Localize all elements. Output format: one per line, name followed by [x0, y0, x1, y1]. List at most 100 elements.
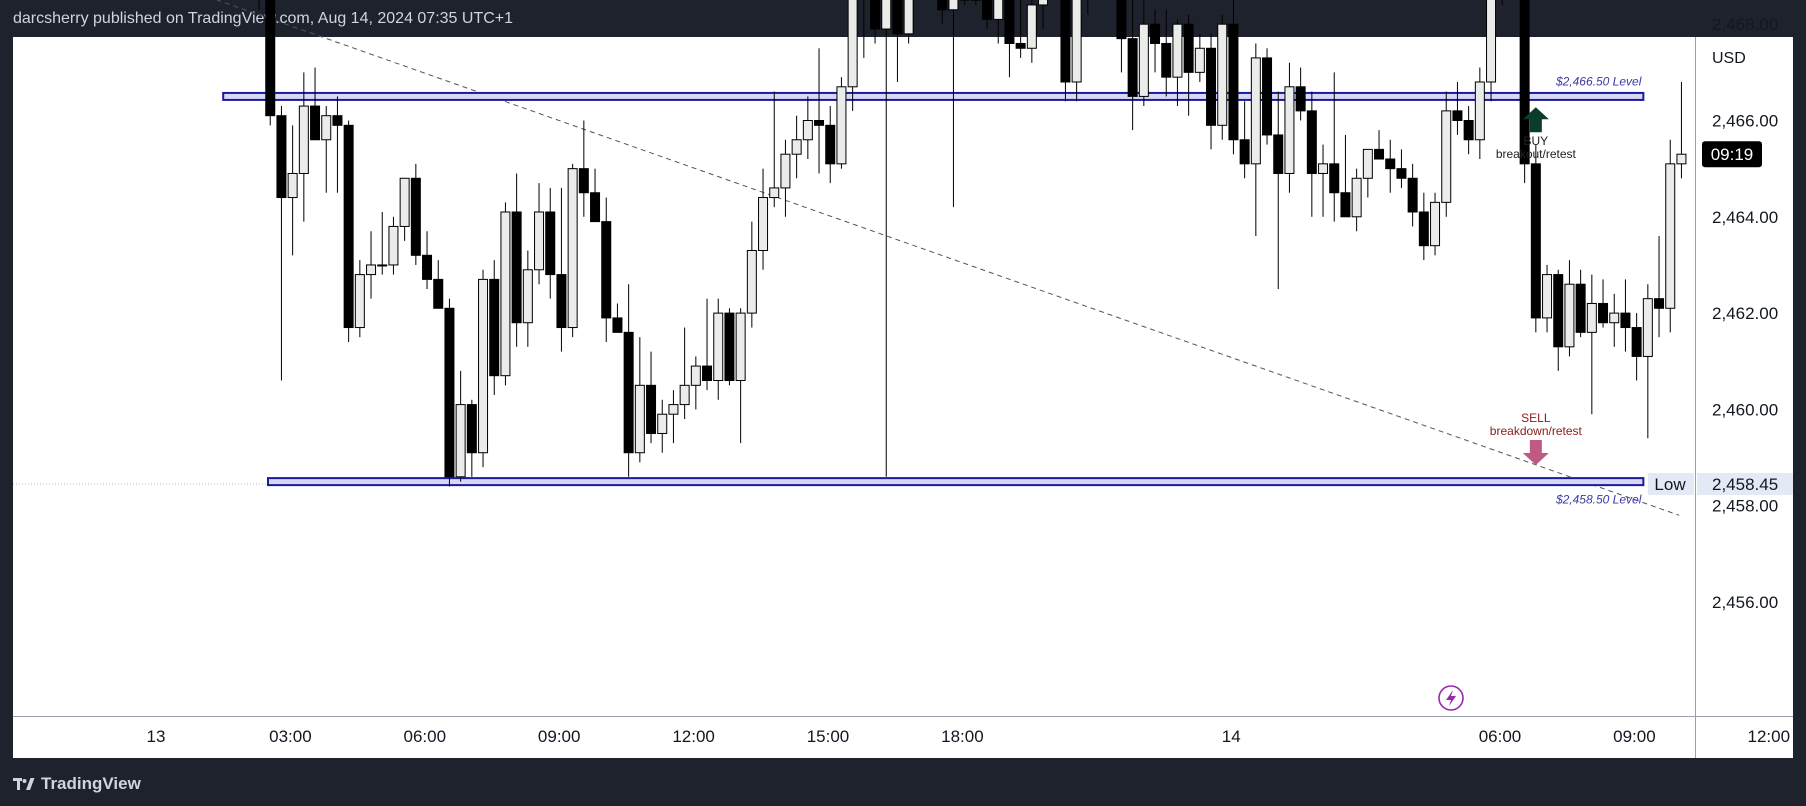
candle[interactable]: [310, 105, 321, 141]
candle[interactable]: [265, 0, 276, 117]
candle[interactable]: [702, 365, 713, 382]
candle[interactable]: [1351, 177, 1362, 218]
candle[interactable]: [1329, 163, 1340, 194]
candle[interactable]: [534, 211, 545, 271]
candle[interactable]: [601, 221, 612, 319]
candle[interactable]: [500, 211, 511, 377]
candle[interactable]: [511, 211, 522, 324]
candle[interactable]: [1486, 0, 1497, 83]
candle[interactable]: [690, 365, 701, 386]
candle[interactable]: [1015, 42, 1026, 49]
candle[interactable]: [668, 404, 679, 415]
candle[interactable]: [881, 0, 892, 30]
candle[interactable]: [646, 384, 657, 434]
candle[interactable]: [1418, 211, 1429, 247]
candle[interactable]: [1620, 312, 1631, 329]
candle[interactable]: [478, 278, 489, 454]
candle[interactable]: [287, 172, 298, 199]
candle[interactable]: [1340, 192, 1351, 218]
candle[interactable]: [1172, 23, 1183, 78]
candle[interactable]: [556, 274, 567, 329]
candle[interactable]: [937, 0, 948, 11]
candle[interactable]: [1306, 110, 1317, 174]
candle[interactable]: [1038, 0, 1049, 6]
candle[interactable]: [1564, 283, 1575, 348]
candle[interactable]: [578, 168, 589, 194]
candle[interactable]: [1295, 86, 1306, 112]
candle[interactable]: [366, 264, 377, 276]
candle[interactable]: [802, 120, 813, 141]
candle[interactable]: [1553, 274, 1564, 348]
candle[interactable]: [1676, 153, 1687, 165]
candle[interactable]: [1396, 168, 1407, 179]
candle[interactable]: [1654, 298, 1665, 309]
candle[interactable]: [791, 139, 802, 155]
candle[interactable]: [892, 0, 903, 35]
candle[interactable]: [724, 312, 735, 382]
candle[interactable]: [1004, 0, 1015, 44]
candle[interactable]: [1642, 298, 1653, 357]
candle[interactable]: [298, 105, 309, 174]
candle[interactable]: [422, 254, 433, 280]
candle[interactable]: [993, 0, 1004, 20]
brand-logo[interactable]: TradingView: [13, 774, 141, 794]
price-axis[interactable]: [1696, 37, 1793, 716]
candle[interactable]: [1161, 42, 1172, 78]
candle[interactable]: [489, 278, 500, 377]
candle[interactable]: [1318, 163, 1329, 174]
candle[interactable]: [1060, 0, 1071, 83]
candle[interactable]: [1071, 0, 1082, 83]
candle[interactable]: [455, 404, 466, 478]
candle[interactable]: [1284, 86, 1295, 174]
candle[interactable]: [1374, 148, 1385, 160]
candle[interactable]: [354, 274, 365, 329]
candle[interactable]: [612, 317, 623, 333]
candle[interactable]: [466, 404, 477, 454]
candle[interactable]: [1631, 327, 1642, 357]
candle[interactable]: [1273, 134, 1284, 174]
candle[interactable]: [1127, 38, 1138, 97]
candle[interactable]: [1217, 23, 1228, 126]
candle[interactable]: [1542, 274, 1553, 319]
candle[interactable]: [522, 269, 533, 324]
level-line-1[interactable]: [222, 91, 1645, 101]
candle[interactable]: [1430, 201, 1441, 247]
candle[interactable]: [1026, 4, 1037, 49]
candle[interactable]: [321, 115, 332, 141]
candle[interactable]: [276, 115, 287, 199]
candle[interactable]: [713, 312, 724, 382]
candle[interactable]: [746, 250, 757, 314]
candle[interactable]: [1575, 283, 1586, 333]
chart[interactable]: $2,474.00 Level$2,466.50 Level$2,458.50 …: [0, 0, 1806, 763]
candle[interactable]: [590, 192, 601, 223]
candle[interactable]: [1463, 120, 1474, 141]
candle[interactable]: [1239, 139, 1250, 165]
candle[interactable]: [1138, 23, 1149, 97]
candle[interactable]: [982, 0, 993, 20]
candle[interactable]: [870, 0, 881, 30]
candle[interactable]: [399, 177, 410, 227]
candle[interactable]: [1228, 23, 1239, 141]
candle[interactable]: [1530, 163, 1541, 319]
candle[interactable]: [1262, 57, 1273, 136]
candle[interactable]: [1665, 163, 1676, 309]
candle[interactable]: [388, 225, 399, 266]
candle[interactable]: [657, 413, 668, 434]
candle[interactable]: [545, 211, 556, 276]
candle[interactable]: [1452, 110, 1463, 122]
candle[interactable]: [444, 307, 455, 478]
candle[interactable]: [634, 384, 645, 454]
candle[interactable]: [377, 264, 388, 267]
candle[interactable]: [836, 86, 847, 165]
candle[interactable]: [1150, 23, 1161, 44]
candle[interactable]: [903, 0, 914, 35]
candle[interactable]: [332, 115, 343, 126]
candle[interactable]: [1474, 81, 1485, 141]
candle[interactable]: [623, 331, 634, 454]
candle[interactable]: [1206, 47, 1217, 126]
candle[interactable]: [1385, 158, 1396, 170]
candle[interactable]: [1407, 177, 1418, 213]
candle[interactable]: [410, 177, 421, 256]
candle[interactable]: [433, 278, 444, 309]
candle[interactable]: [1183, 23, 1194, 73]
